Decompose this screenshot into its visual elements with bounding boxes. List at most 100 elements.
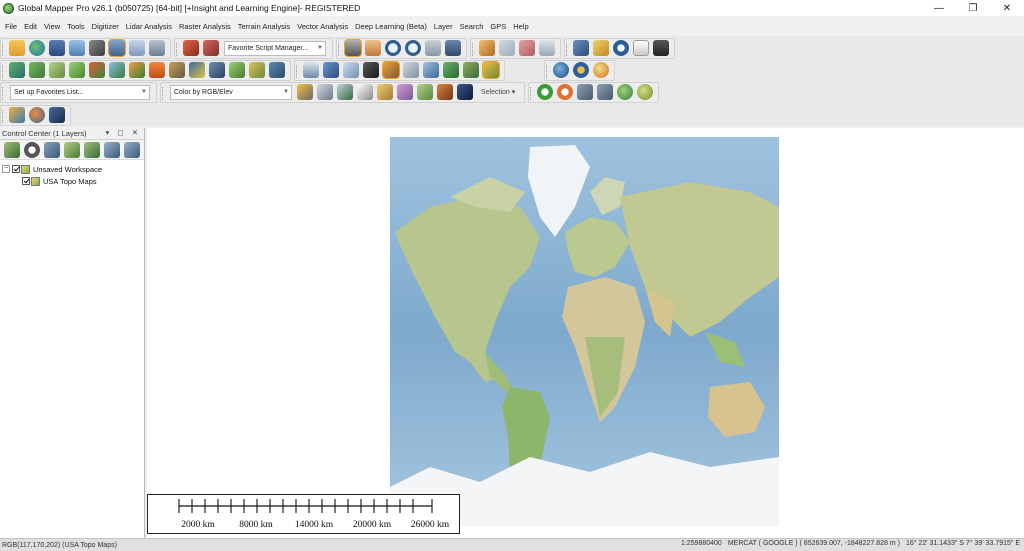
world-map-layer[interactable] xyxy=(390,137,779,526)
home-icon[interactable] xyxy=(445,40,461,56)
layer-visibility-icon[interactable] xyxy=(104,141,120,158)
attribute-table-icon[interactable] xyxy=(44,141,60,158)
terrain-paint-icon[interactable] xyxy=(229,62,245,78)
layer-close-icon[interactable] xyxy=(124,141,140,158)
lidar-cube-icon[interactable] xyxy=(363,62,379,78)
map-viewport[interactable]: 2000 km 8000 km 14000 km 20000 km 26000 … xyxy=(147,128,1024,538)
grid-density-icon[interactable] xyxy=(317,84,333,100)
cut-fill-icon[interactable] xyxy=(129,62,145,78)
lidar-terrain-icon[interactable] xyxy=(482,61,500,79)
sun-lighting-icon[interactable] xyxy=(593,62,609,78)
terrain-mesh-icon[interactable] xyxy=(417,84,433,100)
edit-attributes-icon[interactable] xyxy=(337,84,353,100)
lidar-edit-icon[interactable] xyxy=(403,62,419,78)
script-builder-icon[interactable] xyxy=(203,40,219,56)
maximize-button[interactable]: ❐ xyxy=(956,0,990,16)
image-rectify-icon[interactable] xyxy=(9,107,25,123)
close-button[interactable]: ✕ xyxy=(990,0,1024,16)
elevation-grid-icon[interactable] xyxy=(69,62,85,78)
panel-controls[interactable]: ▾ ◻ ✕ xyxy=(106,128,141,137)
configure-wrench-icon[interactable] xyxy=(89,40,105,56)
open-folder-icon[interactable] xyxy=(9,40,25,56)
layer-zoom-icon[interactable] xyxy=(4,141,20,158)
zoom-in-icon[interactable] xyxy=(385,40,401,56)
search-document-icon[interactable] xyxy=(633,40,649,56)
add-tracked-icon[interactable] xyxy=(617,84,634,100)
watershed-icon[interactable] xyxy=(89,62,105,78)
lidar-filter-icon[interactable] xyxy=(343,62,359,78)
classify-points-icon[interactable] xyxy=(377,84,393,100)
edit-pencil-icon[interactable] xyxy=(479,40,495,56)
info-icon[interactable] xyxy=(613,40,629,56)
menu-deep-learning[interactable]: Deep Learning (Beta) xyxy=(355,22,427,31)
lidar-profile-icon[interactable] xyxy=(303,62,319,78)
collapse-icon[interactable]: − xyxy=(2,165,10,173)
menu-terrain-analysis[interactable]: Terrain Analysis xyxy=(238,22,291,31)
layer-search-icon[interactable] xyxy=(84,141,100,158)
layer-options-icon[interactable] xyxy=(24,141,40,158)
save-icon[interactable] xyxy=(49,40,65,56)
layer-node[interactable]: USA Topo Maps xyxy=(2,175,144,187)
workspace-checkbox[interactable] xyxy=(12,165,20,173)
export-icon[interactable] xyxy=(69,40,85,56)
terrain-3d-icon[interactable] xyxy=(269,62,285,78)
layer-up-icon[interactable] xyxy=(64,141,80,158)
grading-icon[interactable] xyxy=(249,62,265,78)
color-mode-dropdown[interactable]: Color by RGB/Elev ▼ xyxy=(170,84,292,100)
menu-search[interactable]: Search xyxy=(460,22,484,31)
script-manager-dropdown[interactable]: Favorite Script Manager... ▼ xyxy=(224,40,326,56)
layer-checkbox[interactable] xyxy=(22,177,30,185)
turtle-icon[interactable] xyxy=(577,84,594,100)
map-layout-icon[interactable] xyxy=(129,40,145,56)
menu-help[interactable]: Help xyxy=(513,22,528,31)
zoom-out-icon[interactable] xyxy=(405,40,421,56)
menu-gps[interactable]: GPS xyxy=(490,22,506,31)
selection-dropdown[interactable]: Selection ▾ xyxy=(481,88,515,96)
3d-globe-icon[interactable] xyxy=(553,62,569,78)
menu-layer[interactable]: Layer xyxy=(434,22,453,31)
pan-hand-icon[interactable] xyxy=(365,40,381,56)
menu-lidar-analysis[interactable]: Lidar Analysis xyxy=(126,22,172,31)
digitizer-select-icon[interactable] xyxy=(344,39,362,57)
lidar-vegetation-icon[interactable] xyxy=(463,62,479,78)
segment-icon[interactable] xyxy=(397,84,413,100)
script-run-icon[interactable] xyxy=(183,40,199,56)
warning-triangle-icon[interactable] xyxy=(357,84,373,100)
minimize-button[interactable]: — xyxy=(922,0,956,16)
favorites-list-dropdown[interactable]: Set up Favorites List... ▼ xyxy=(10,84,150,100)
print-icon[interactable] xyxy=(149,40,165,56)
image-search-icon[interactable] xyxy=(29,107,45,123)
path-profile-icon[interactable] xyxy=(149,62,165,78)
feature-info-icon[interactable] xyxy=(573,40,589,56)
workspace-node[interactable]: − Unsaved Workspace xyxy=(2,163,144,175)
rabbit-icon[interactable] xyxy=(597,84,614,100)
overview-map-icon[interactable] xyxy=(108,39,126,57)
measure-icon[interactable] xyxy=(499,40,515,56)
slope-icon[interactable] xyxy=(49,62,65,78)
surface-icon[interactable] xyxy=(437,84,453,100)
play-icon[interactable] xyxy=(537,84,554,100)
gps-track-icon[interactable] xyxy=(637,84,654,100)
menu-file[interactable]: File xyxy=(5,22,17,31)
lidar-select-icon[interactable] xyxy=(382,61,400,79)
contour-icon[interactable] xyxy=(29,62,45,78)
lidar-classify-icon[interactable] xyxy=(323,62,339,78)
open-online-data-icon[interactable] xyxy=(29,40,45,56)
line-of-sight-icon[interactable] xyxy=(169,62,185,78)
info-list-icon[interactable] xyxy=(539,40,555,56)
view-shed-icon[interactable] xyxy=(109,62,125,78)
gps-device-icon[interactable] xyxy=(653,40,669,56)
menu-digitizer[interactable]: Digitizer xyxy=(92,22,119,31)
stop-icon[interactable] xyxy=(557,84,574,100)
image-grid-icon[interactable] xyxy=(49,107,65,123)
lidar-height-icon[interactable] xyxy=(423,62,439,78)
terrain-shader-icon[interactable] xyxy=(9,62,25,78)
back-arrow-icon[interactable] xyxy=(425,40,441,56)
measure-ruler-icon[interactable] xyxy=(593,40,609,56)
menu-tools[interactable]: Tools xyxy=(67,22,85,31)
extract-icon[interactable] xyxy=(457,84,473,100)
settings-gear-icon[interactable] xyxy=(573,62,589,78)
cross-section-icon[interactable] xyxy=(209,62,225,78)
menu-vector-analysis[interactable]: Vector Analysis xyxy=(297,22,348,31)
menu-edit[interactable]: Edit xyxy=(24,22,37,31)
